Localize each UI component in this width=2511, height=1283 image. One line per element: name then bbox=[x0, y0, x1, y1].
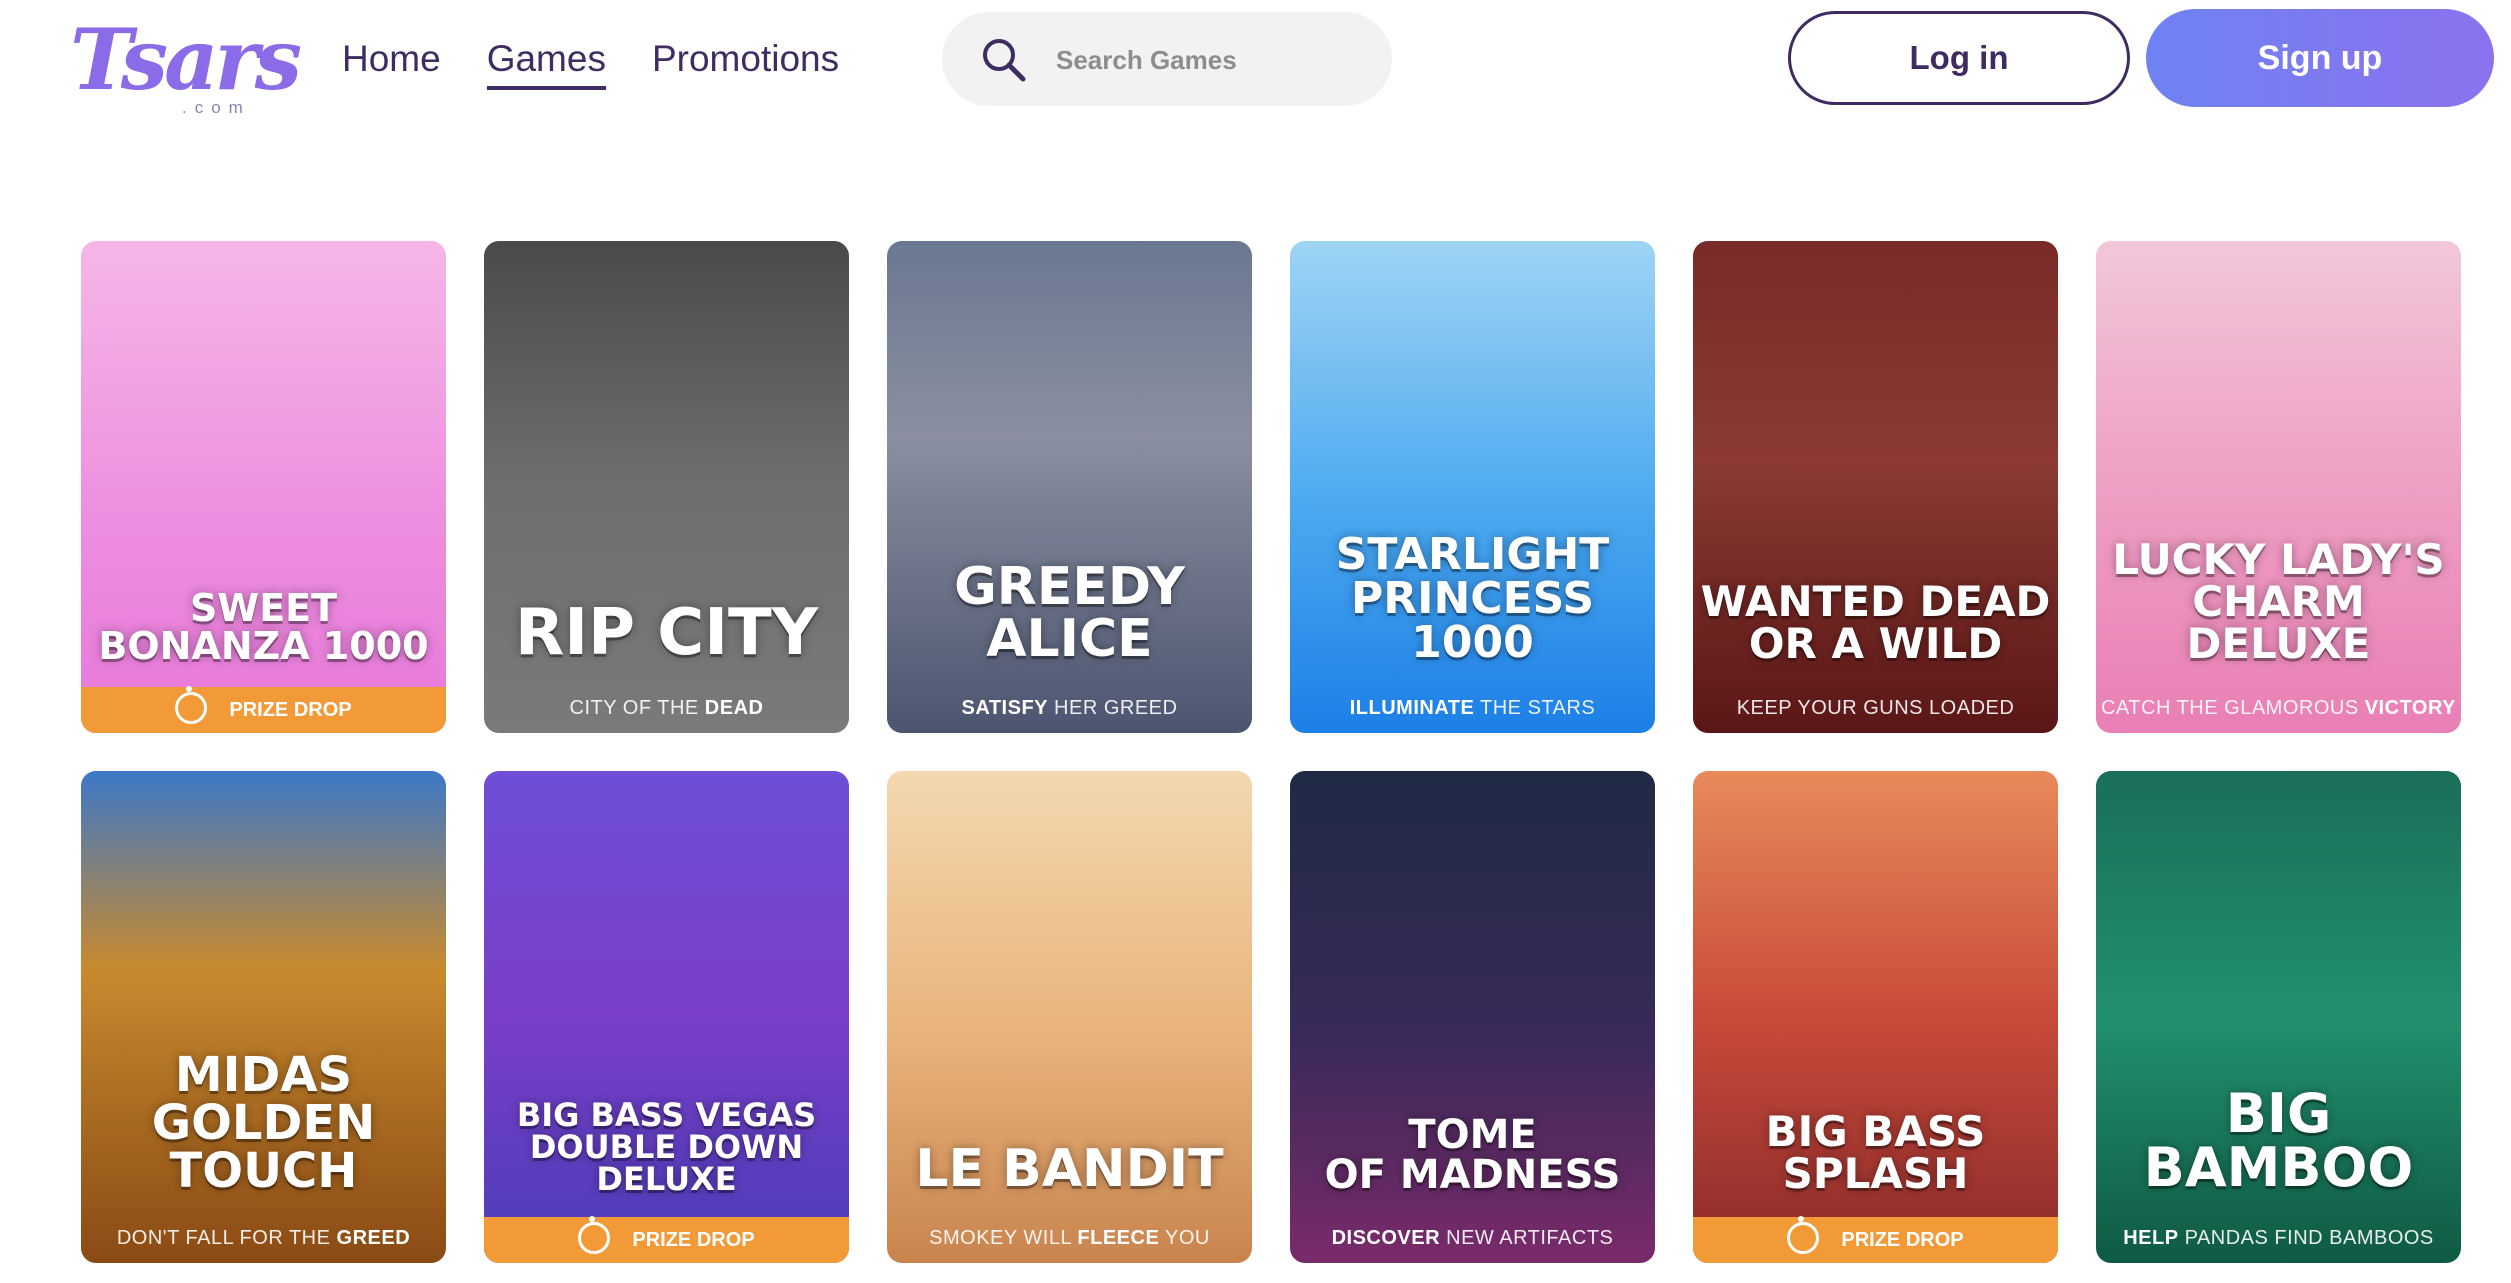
tagline-pre: CATCH THE GLAMOROUS bbox=[2100, 697, 2365, 719]
tagline-bold: DISCOVER bbox=[1331, 1227, 1441, 1249]
nav-games[interactable]: Games bbox=[486, 36, 606, 90]
game-card[interactable]: RIP CITY CITY OF THE DEAD bbox=[484, 241, 849, 733]
tagline-post: HER GREED bbox=[1048, 697, 1178, 719]
tagline-pre: KEEP YOUR GUNS LOADED bbox=[1736, 697, 2015, 719]
game-tagline: CATCH THE GLAMOROUS VICTORY bbox=[2096, 683, 2461, 733]
game-card[interactable]: STARLIGHT PRINCESS 1000 ILLUMINATE THE ST… bbox=[1290, 241, 1655, 733]
tagline-post: YOU bbox=[1159, 1227, 1210, 1249]
tagline-pre: SMOKEY WILL bbox=[929, 1227, 1078, 1249]
game-tagline: DON'T FALL FOR THE GREED bbox=[81, 1213, 446, 1263]
game-tagline: SATISFY HER GREED bbox=[887, 683, 1252, 733]
game-card[interactable]: LUCKY LADY'S CHARM DELUXE CATCH THE GLAMO… bbox=[2096, 241, 2461, 733]
tagline-bold: DEAD bbox=[704, 697, 764, 719]
nav-home[interactable]: Home bbox=[342, 36, 441, 90]
tagline-post: NEW ARTIFACTS bbox=[1440, 1227, 1614, 1249]
prize-drop-badge: PRIZE DROP bbox=[81, 686, 446, 733]
prize-drop-icon bbox=[175, 686, 208, 725]
game-title: GREEDY ALICE bbox=[954, 557, 1185, 669]
game-title: STARLIGHT PRINCESS 1000 bbox=[1335, 529, 1610, 668]
game-title: WANTED DEAD OR A WILD bbox=[1700, 577, 2051, 668]
prize-drop-badge: PRIZE DROP bbox=[1693, 1216, 2058, 1263]
game-tagline: CITY OF THE DEAD bbox=[484, 683, 849, 733]
game-card[interactable]: TOME OF MADNESS DISCOVER NEW ARTIFACTS bbox=[1290, 771, 1655, 1263]
tagline-pre: CITY OF THE bbox=[569, 697, 705, 719]
login-button[interactable]: Log in bbox=[1788, 11, 2130, 105]
game-title: RIP CITY bbox=[514, 596, 819, 670]
game-card[interactable]: WANTED DEAD OR A WILD KEEP YOUR GUNS LOAD… bbox=[1693, 241, 2058, 733]
tagline-bold: ILLUMINATE bbox=[1349, 697, 1475, 719]
game-tagline: DISCOVER NEW ARTIFACTS bbox=[1290, 1213, 1655, 1263]
prize-drop-icon bbox=[1787, 1216, 1820, 1255]
tagline-pre: DON'T FALL FOR THE bbox=[116, 1227, 337, 1249]
game-card[interactable]: SWEET BONANZA 1000 PRIZE DROP bbox=[81, 241, 446, 733]
tagline-bold: HELP bbox=[2123, 1227, 2179, 1249]
game-title: SWEET BONANZA 1000 bbox=[98, 586, 429, 668]
prize-drop-label: PRIZE DROP bbox=[632, 1229, 755, 1251]
game-title: BIG BASS VEGAS DOUBLE DOWN DELUXE bbox=[516, 1096, 817, 1198]
tagline-post: THE STARS bbox=[1474, 697, 1596, 719]
logo-wordmark: Tsars bbox=[70, 10, 302, 109]
game-tagline: KEEP YOUR GUNS LOADED bbox=[1693, 683, 2058, 733]
signup-button[interactable]: Sign up bbox=[2146, 9, 2494, 107]
main-nav: Home Games Promotions bbox=[342, 36, 839, 90]
search-icon bbox=[983, 39, 1026, 82]
game-card[interactable]: MIDAS GOLDEN TOUCH DON'T FALL FOR THE GRE… bbox=[81, 771, 446, 1263]
game-tagline: HELP PANDAS FIND BAMBOOS bbox=[2096, 1213, 2461, 1263]
tagline-bold: SATISFY bbox=[961, 697, 1048, 719]
logo-suffix: .com bbox=[182, 98, 251, 117]
tagline-bold: FLEECE bbox=[1077, 1227, 1160, 1249]
search-input[interactable] bbox=[1054, 34, 1358, 86]
game-title: MIDAS GOLDEN TOUCH bbox=[151, 1047, 376, 1199]
prize-drop-icon bbox=[578, 1216, 611, 1255]
game-card[interactable]: BIG BASS VEGAS DOUBLE DOWN DELUXE PRIZE D… bbox=[484, 771, 849, 1263]
prize-drop-badge: PRIZE DROP bbox=[484, 1216, 849, 1263]
prize-drop-label: PRIZE DROP bbox=[1841, 1229, 1964, 1251]
game-title: BIG BASS SPLASH bbox=[1765, 1107, 1986, 1198]
game-tagline: ILLUMINATE THE STARS bbox=[1290, 683, 1655, 733]
game-card[interactable]: BIG BASS SPLASH PRIZE DROP bbox=[1693, 771, 2058, 1263]
game-card[interactable]: BIG BAMBOO HELP PANDAS FIND BAMBOOS bbox=[2096, 771, 2461, 1263]
game-title: LUCKY LADY'S CHARM DELUXE bbox=[2112, 535, 2445, 668]
site-logo[interactable]: Tsars .com bbox=[70, 14, 302, 118]
tagline-post: PANDAS FIND BAMBOOS bbox=[2178, 1227, 2434, 1249]
tagline-bold: VICTORY bbox=[2364, 697, 2457, 719]
search-box[interactable] bbox=[942, 12, 1392, 106]
game-card[interactable]: GREEDY ALICE SATISFY HER GREED bbox=[887, 241, 1252, 733]
prize-drop-label: PRIZE DROP bbox=[229, 699, 352, 721]
nav-promotions[interactable]: Promotions bbox=[652, 36, 839, 90]
game-title: LE BANDIT bbox=[915, 1139, 1224, 1199]
tagline-bold: GREED bbox=[336, 1227, 411, 1249]
game-tagline: SMOKEY WILL FLEECE YOU bbox=[887, 1213, 1252, 1263]
game-title: BIG BAMBOO bbox=[2143, 1082, 2414, 1199]
game-card[interactable]: LE BANDIT SMOKEY WILL FLEECE YOU bbox=[887, 771, 1252, 1263]
game-title: TOME OF MADNESS bbox=[1324, 1112, 1621, 1198]
